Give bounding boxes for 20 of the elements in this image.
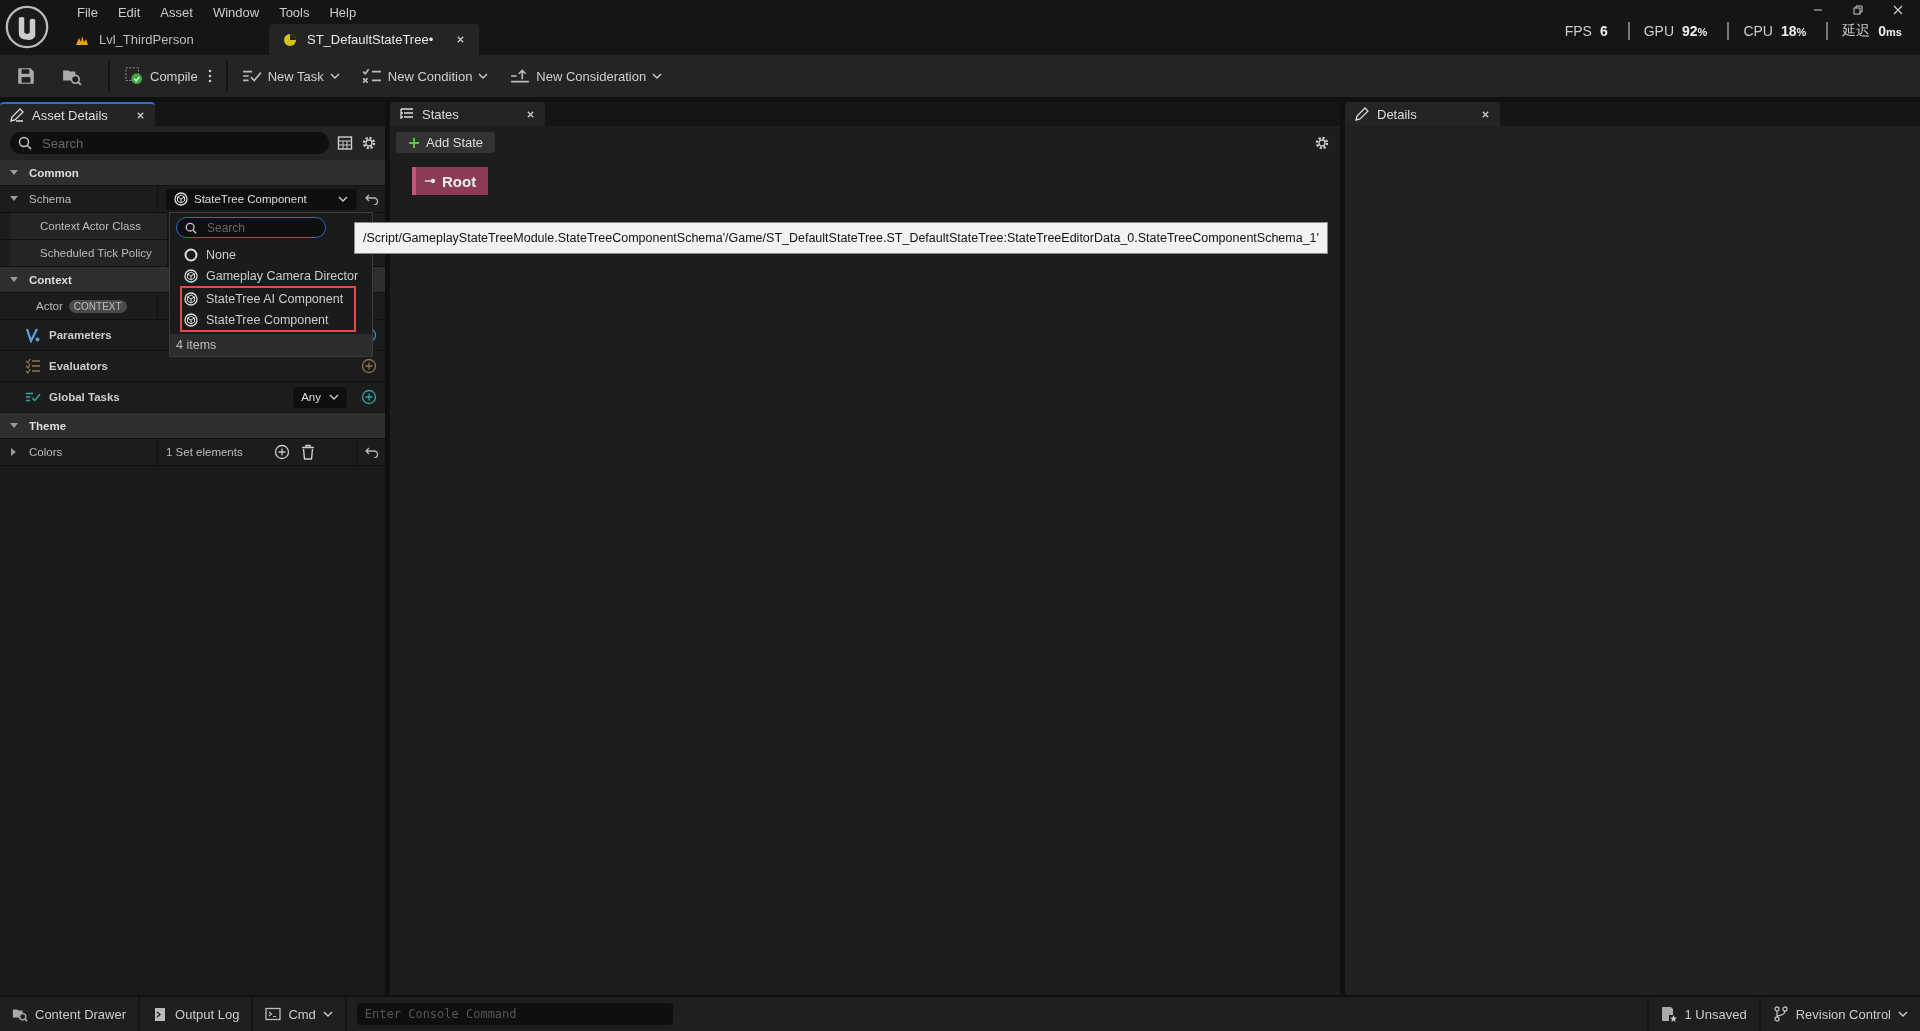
property-label: Colors — [29, 446, 63, 458]
section-label: Global Tasks — [49, 391, 120, 403]
property-label: Context Actor Class — [40, 220, 141, 232]
property-label: Schema — [29, 193, 72, 205]
stat-label: FPS — [1564, 23, 1592, 39]
section-label: Evaluators — [49, 360, 108, 372]
property-label: Actor — [36, 300, 63, 312]
item-count: 4 items — [170, 334, 372, 356]
stat-label: CPU — [1743, 23, 1773, 39]
section-label: Parameters — [49, 329, 112, 341]
tooltip: /Script/GameplayStateTreeModule.StateTreeComponentSchema'/Game/ST_DefaultStateTree.ST_DefaultStateTree:StateTreeEditorData_0.StateTreeComponentSchema_1' — [354, 222, 1328, 254]
stat-value: 92% — [1682, 23, 1708, 39]
stat-value: 0ms — [1878, 23, 1902, 39]
property-value: 1 Set elements — [166, 446, 243, 458]
context-tag: CONTEXT — [68, 299, 127, 313]
stat-label: 延迟 — [1842, 22, 1871, 40]
stat-label: GPU — [1643, 23, 1674, 39]
property-label: Scheduled Tick Policy — [40, 247, 152, 259]
stat-value: 6 — [1599, 23, 1608, 39]
stat-value: 18% — [1780, 23, 1807, 39]
